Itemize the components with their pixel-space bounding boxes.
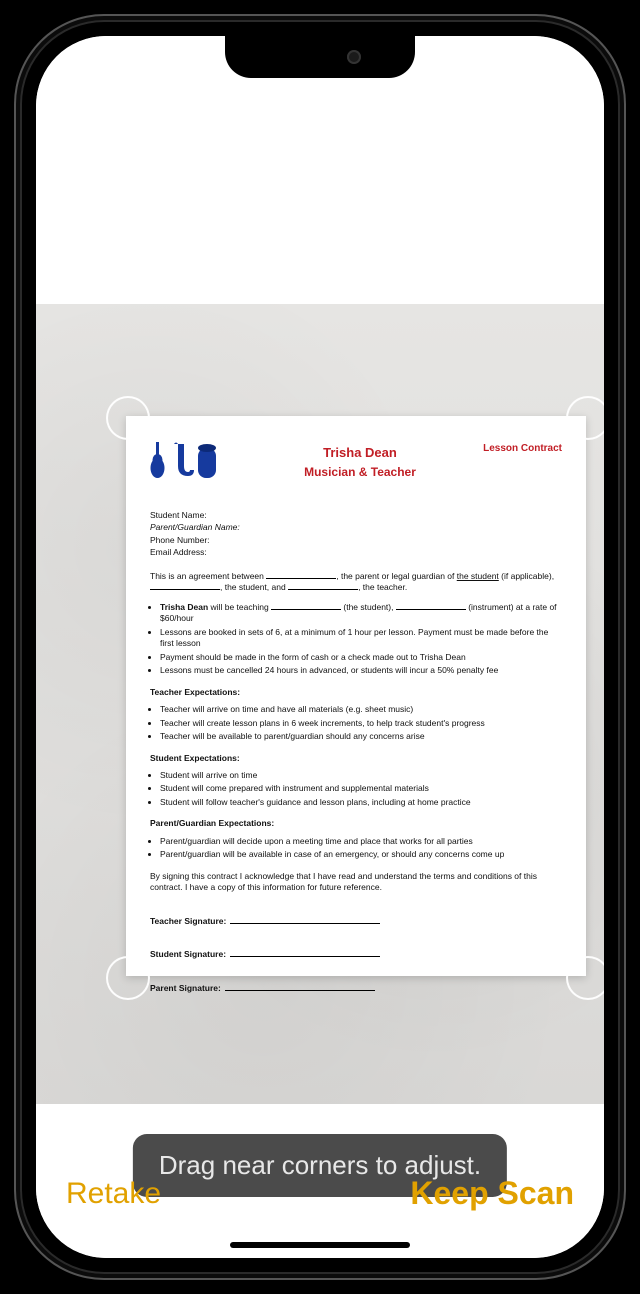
phone-frame: Trisha Dean Musician & Teacher Lesson Co… [14,14,626,1280]
parent-exp-title: Parent/Guardian Expectations: [150,818,562,829]
sig-student: Student Signature: [150,949,562,960]
parent-exp-list: Parent/guardian will decide upon a meeti… [150,836,562,861]
teacher-exp-title: Teacher Expectations: [150,687,562,698]
sig-parent: Parent Signature: [150,983,562,994]
intro-paragraph: This is an agreement between , the paren… [150,571,562,594]
doc-title-name: Trisha Dean [260,444,460,462]
screen: Trisha Dean Musician & Teacher Lesson Co… [36,36,604,1258]
doc-tag: Lesson Contract [483,442,562,456]
scan-preview-area[interactable]: Trisha Dean Musician & Teacher Lesson Co… [36,304,604,1104]
bottom-bar: Drag near corners to adjust. Retake Keep… [36,1104,604,1258]
student-exp-title: Student Expectations: [150,753,562,764]
sig-teacher: Teacher Signature: [150,916,562,927]
music-logo-icon [150,438,222,491]
crop-handle-top-right[interactable] [566,396,604,440]
field-parent: Parent/Guardian Name: [150,522,562,533]
teacher-exp-list: Teacher will arrive on time and have all… [150,704,562,742]
doc-title-role: Musician & Teacher [260,464,460,480]
field-student: Student Name: [150,510,562,521]
field-email: Email Address: [150,547,562,558]
field-phone: Phone Number: [150,535,562,546]
crop-handle-bottom-left[interactable] [106,956,150,1000]
acknowledgement: By signing this contract I acknowledge t… [150,871,562,894]
notch [225,36,415,78]
crop-handle-bottom-right[interactable] [566,956,604,1000]
retake-button[interactable]: Retake [66,1177,161,1211]
terms-list: Trisha Dean will be teaching (the studen… [150,602,562,677]
student-exp-list: Student will arrive on time Student will… [150,770,562,808]
home-indicator[interactable] [230,1242,410,1248]
keep-scan-button[interactable]: Keep Scan [410,1175,574,1212]
crop-handle-top-left[interactable] [106,396,150,440]
scanned-document: Trisha Dean Musician & Teacher Lesson Co… [126,416,586,976]
